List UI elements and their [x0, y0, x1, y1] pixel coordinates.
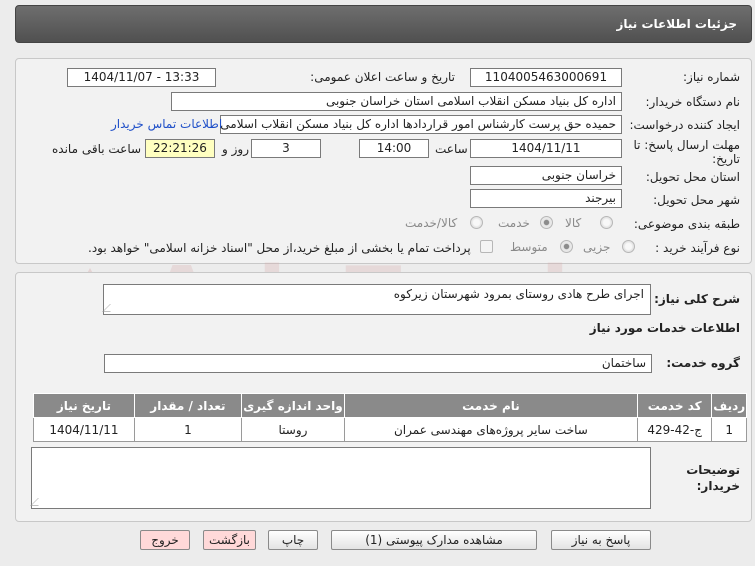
buyer-notes-label-1: توضیحات: [686, 463, 740, 477]
service-group-label: گروه خدمت:: [666, 356, 740, 370]
buyer-org-label: نام دستگاه خریدار:: [645, 95, 741, 109]
deadline-date-field: 1404/11/11: [470, 139, 622, 158]
remaining-time-label: ساعت باقی مانده: [52, 142, 142, 156]
treasury-checkbox[interactable]: [480, 240, 493, 253]
col-row-number: ردیف: [711, 393, 747, 418]
print-button[interactable]: چاپ: [268, 530, 318, 550]
category-label: طبقه بندی موضوعی:: [633, 217, 740, 231]
province-label: استان محل تحویل:: [645, 170, 740, 184]
purchase-option-medium: متوسط: [510, 240, 548, 254]
treasury-payment-note: پرداخت تمام یا بخشی از مبلغ خرید،از محل …: [88, 241, 471, 255]
back-button[interactable]: بازگشت: [203, 530, 256, 550]
deadline-time-field: 14:00: [359, 139, 429, 158]
buyer-notes-field: [30, 447, 651, 509]
table-row: 1 ج-42-429 ساخت سایر پروژه‌های مهندسی عم…: [33, 417, 747, 442]
need-info-panel: [15, 58, 752, 264]
category-radio-service[interactable]: [540, 216, 553, 229]
cell-quantity: 1: [133, 417, 242, 442]
deadline-label-2: تاریخ:: [712, 152, 740, 166]
category-radio-goods[interactable]: [600, 216, 613, 229]
summary-text: اجرای طرح هادی روستای بمرود شهرستان زیرک…: [393, 287, 644, 301]
category-option-service: خدمت: [498, 216, 530, 230]
summary-field: اجرای طرح هادی روستای بمرود شهرستان زیرک…: [102, 284, 651, 315]
cell-service-name: ساخت سایر پروژه‌های مهندسی عمران: [343, 417, 638, 442]
days-remaining-field: 3: [251, 139, 321, 158]
deadline-label: مهلت ارسال پاسخ: تا: [633, 138, 740, 152]
col-need-date: تاریخ نیاز: [33, 393, 135, 418]
province-field: خراسان جنوبی: [470, 166, 622, 185]
service-group-field: ساختمان: [104, 354, 652, 373]
category-option-goods-service: کالا/خدمت: [405, 216, 458, 230]
services-table: ردیف کد خدمت نام خدمت واحد اندازه گیری ت…: [33, 393, 747, 442]
page-title: جزئیات اطلاعات نیاز: [616, 17, 737, 31]
panel-header: جزئیات اطلاعات نیاز: [15, 5, 752, 43]
purchase-option-minor: جزیی: [583, 240, 611, 254]
exit-button[interactable]: خروج: [140, 530, 190, 550]
remaining-time-field: 22:21:26: [145, 139, 215, 158]
col-quantity: تعداد / مقدار: [133, 393, 242, 418]
buyer-org-field: اداره کل بنیاد مسکن انقلاب اسلامی استان …: [171, 92, 622, 111]
col-service-code: کد خدمت: [636, 393, 713, 418]
category-radio-goods-service[interactable]: [470, 216, 483, 229]
services-section-title: اطلاعات خدمات مورد نیاز: [589, 321, 740, 335]
category-option-goods: کالا: [565, 216, 582, 230]
need-number-field: 1104005463000691: [470, 68, 622, 87]
cell-need-date: 1404/11/11: [33, 417, 135, 442]
cell-service-code: ج-42-429: [636, 417, 713, 442]
city-field: بیرجند: [470, 189, 622, 208]
announce-date-label: تاریخ و ساعت اعلان عمومی:: [310, 70, 455, 84]
purchase-type-label: نوع فرآیند خرید :: [655, 241, 740, 255]
cell-unit: روستا: [240, 417, 345, 442]
col-service-name: نام خدمت: [343, 393, 638, 418]
reply-button[interactable]: پاسخ به نیاز: [551, 530, 651, 550]
table-header-row: ردیف کد خدمت نام خدمت واحد اندازه گیری ت…: [33, 393, 747, 418]
attachments-button[interactable]: مشاهده مدارک پیوستی (1): [331, 530, 537, 550]
col-unit: واحد اندازه گیری: [240, 393, 345, 418]
city-label: شهر محل تحویل:: [653, 193, 740, 207]
creator-field: حمیده حق پرست کارشناس امور قراردادها ادا…: [220, 115, 622, 134]
need-number-label: شماره نیاز:: [683, 70, 740, 84]
purchase-radio-medium[interactable]: [560, 240, 573, 253]
purchase-radio-minor[interactable]: [622, 240, 635, 253]
summary-label: شرح کلی نیاز:: [654, 292, 740, 306]
days-label: روز و: [222, 142, 249, 156]
creator-label: ایجاد کننده درخواست:: [629, 118, 740, 132]
buyer-notes-label-2: خریدار:: [696, 479, 740, 493]
announce-date-field: 1404/11/07 - 13:33: [67, 68, 216, 87]
cell-row-number: 1: [711, 417, 747, 442]
deadline-time-label: ساعت: [435, 142, 468, 156]
buyer-contact-link[interactable]: اطلاعات تماس خریدار: [111, 117, 222, 131]
